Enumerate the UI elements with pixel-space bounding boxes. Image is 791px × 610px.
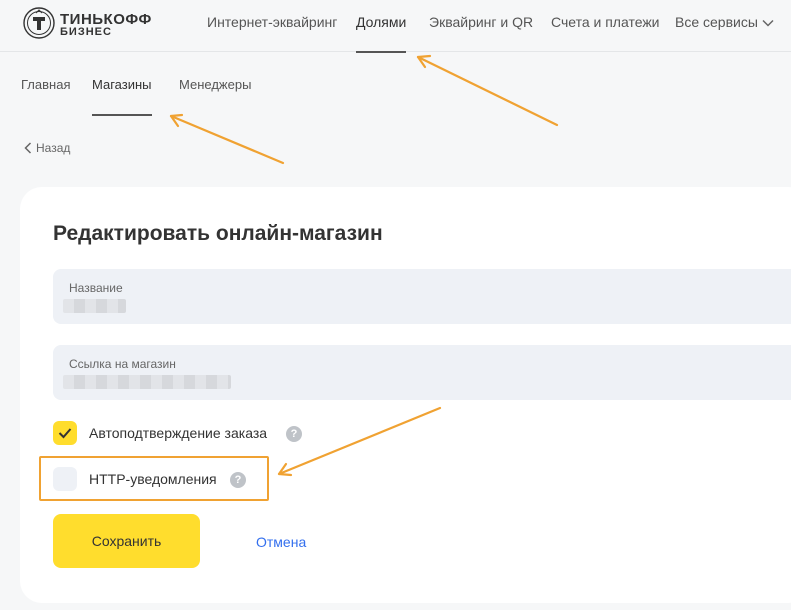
check-icon	[58, 428, 72, 439]
auto-confirm-checkbox[interactable]	[53, 421, 77, 445]
save-button[interactable]: Сохранить	[53, 514, 200, 568]
sub-nav-home[interactable]: Главная	[21, 53, 70, 116]
back-link[interactable]: Назад	[24, 140, 70, 156]
sub-nav: Главная Магазины Менеджеры	[0, 53, 791, 116]
chevron-down-icon	[762, 20, 774, 27]
shop-name-value-blurred	[63, 299, 126, 313]
top-header: ТИНЬКОФФ БИЗНЕС Интернет-эквайринг Долям…	[0, 0, 791, 53]
shop-link-label: Ссылка на магазин	[69, 357, 176, 371]
top-nav-all-services-label: Все сервисы	[675, 14, 758, 30]
annotation-highlight-box	[39, 456, 269, 501]
cancel-link[interactable]: Отмена	[256, 534, 306, 550]
shop-name-field[interactable]: Название	[53, 269, 791, 324]
top-nav-dolyami[interactable]: Долями	[356, 0, 407, 53]
auto-confirm-row[interactable]: Автоподтверждение заказа ?	[53, 421, 313, 445]
top-nav-acquiring-qr[interactable]: Эквайринг и QR	[429, 0, 533, 52]
shop-link-value-blurred	[63, 375, 231, 389]
tinkoff-shield-icon	[23, 7, 55, 39]
top-nav-all-services[interactable]: Все сервисы	[675, 0, 774, 52]
back-label: Назад	[36, 141, 71, 155]
shop-link-field[interactable]: Ссылка на магазин	[53, 345, 791, 400]
sub-nav-managers[interactable]: Менеджеры	[179, 53, 251, 116]
sub-nav-shops[interactable]: Магазины	[92, 53, 152, 116]
page-title: Редактировать онлайн-магазин	[53, 222, 383, 245]
auto-confirm-label: Автоподтверждение заказа	[89, 425, 268, 441]
brand-subtitle: БИЗНЕС	[60, 26, 112, 38]
help-icon[interactable]: ?	[286, 426, 302, 442]
top-nav-accounts-payments[interactable]: Счета и платежи	[551, 0, 660, 52]
shop-name-label: Название	[69, 281, 123, 295]
top-nav-internet-acquiring[interactable]: Интернет-эквайринг	[207, 0, 337, 52]
chevron-left-icon	[24, 142, 32, 154]
brand-logo[interactable]: ТИНЬКОФФ БИЗНЕС	[22, 6, 182, 40]
